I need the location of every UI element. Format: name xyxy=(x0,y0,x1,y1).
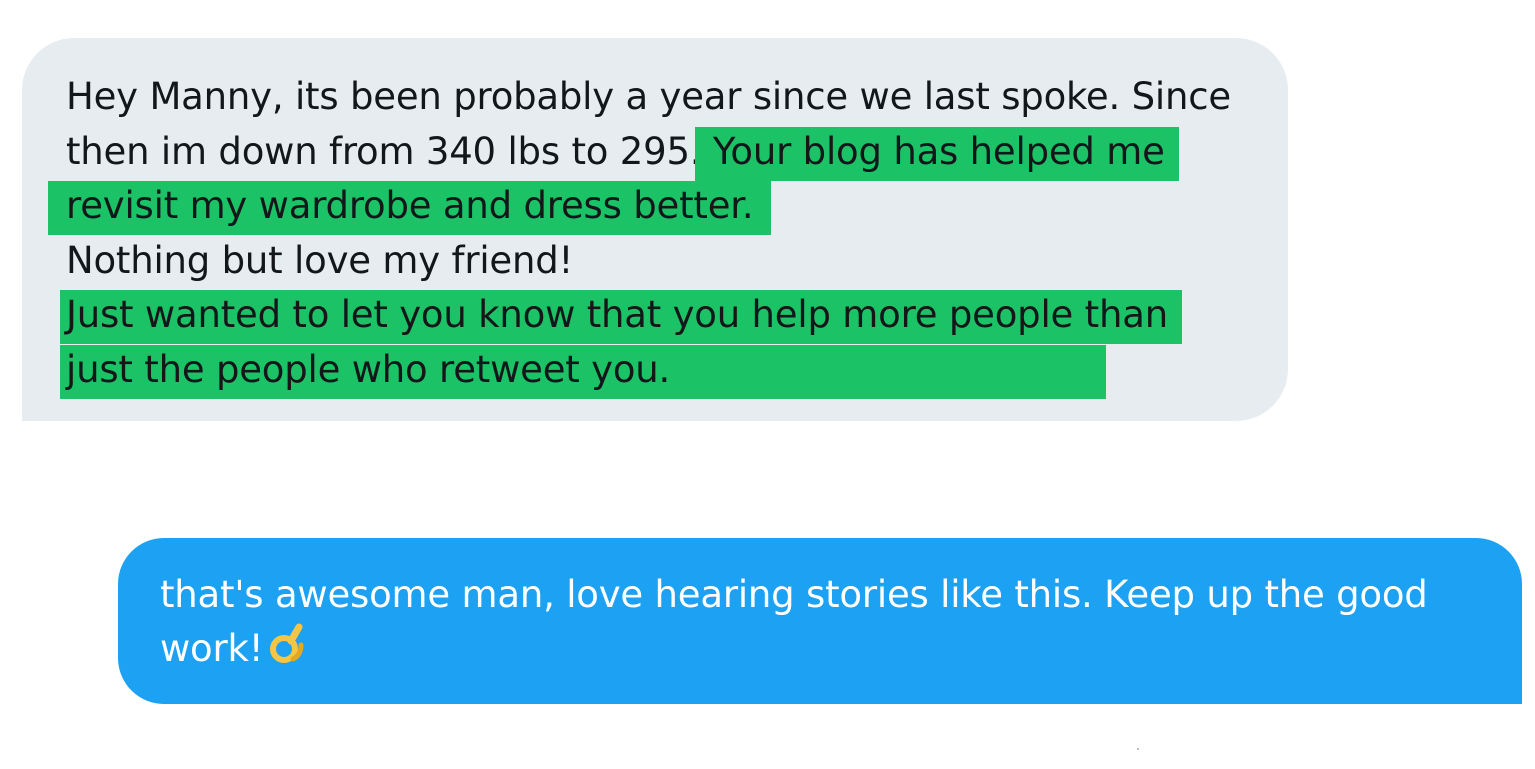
message-line: work! xyxy=(160,622,1490,682)
message-line: just the people who retweet you. xyxy=(66,343,1266,399)
message-line: Nothing but love my friend! xyxy=(66,234,1266,289)
highlighted-text: just the people who retweet you. xyxy=(66,344,1101,399)
stray-dot xyxy=(1137,748,1139,750)
message-text-segment: then im down from 340 lbs to 295. xyxy=(66,129,702,173)
message-text-segment: Hey Manny, its been probably a year sinc… xyxy=(66,75,1231,118)
message-line: revisit my wardrobe and dress better. xyxy=(66,179,1266,235)
ok-hand-icon xyxy=(267,623,307,682)
message-line: that's awesome man, love hearing stories… xyxy=(160,573,1428,616)
message-line: Just wanted to let you know that you hel… xyxy=(66,288,1266,344)
message-line: then im down from 340 lbs to 295. Your b… xyxy=(66,125,1266,181)
highlighted-text: revisit my wardrobe and dress better. xyxy=(66,181,754,235)
message-text-segment: work! xyxy=(160,627,264,670)
message-text-segment: Nothing but love my friend! xyxy=(66,238,574,282)
message-line: Hey Manny, its been probably a year sinc… xyxy=(66,70,1266,125)
highlighted-text: Your blog has helped me xyxy=(701,126,1173,181)
incoming-message-text: Hey Manny, its been probably a year sinc… xyxy=(66,70,1266,399)
outgoing-message-text: that's awesome man, love hearing stories… xyxy=(160,568,1490,682)
highlighted-text: Just wanted to let you know that you hel… xyxy=(66,290,1176,344)
